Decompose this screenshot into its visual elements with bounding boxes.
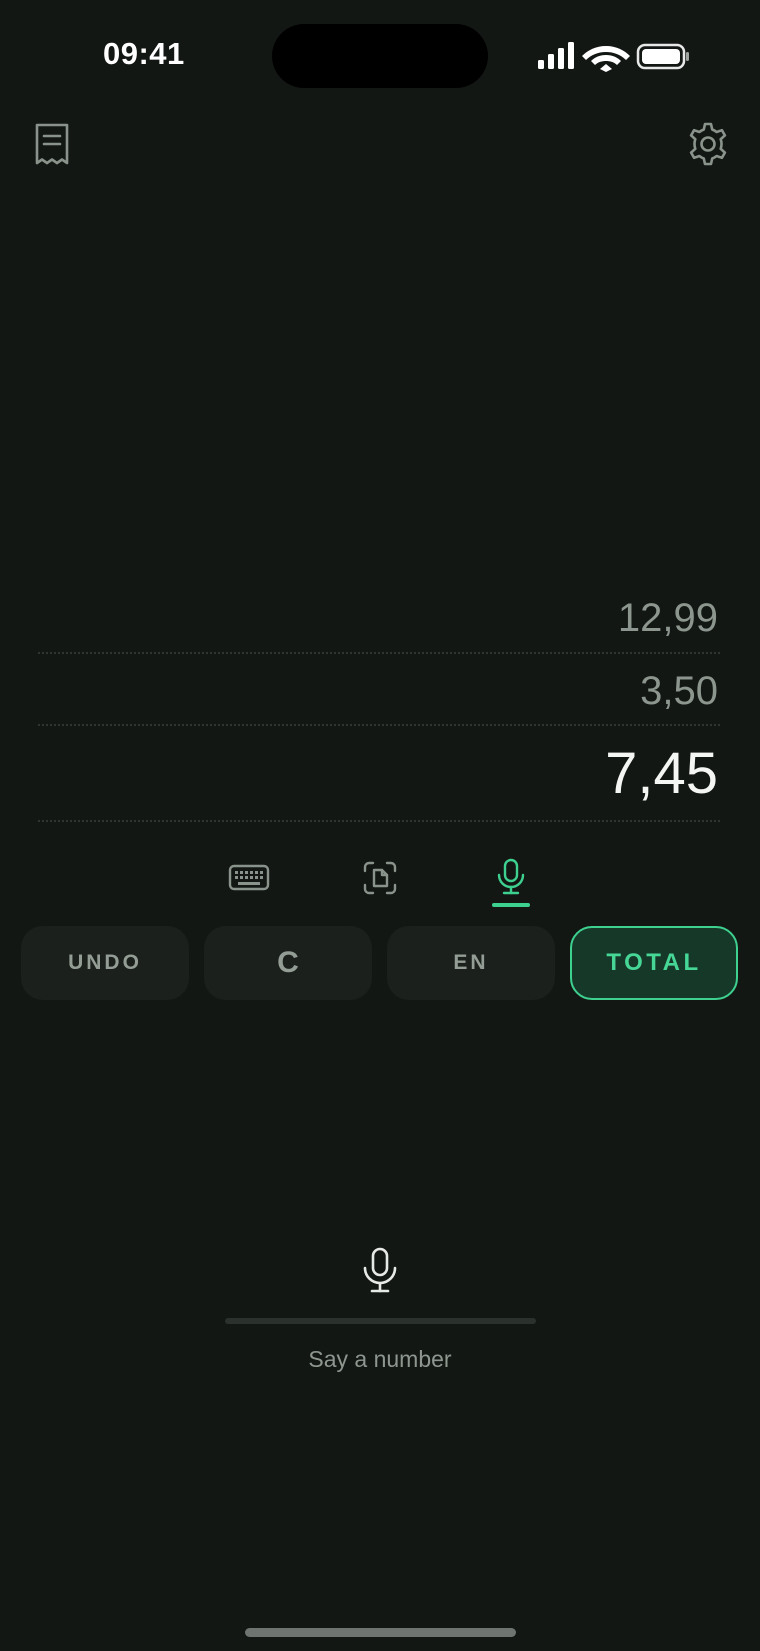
wifi-icon — [582, 46, 630, 72]
scan-document-icon[interactable] — [352, 846, 408, 910]
calculator-screen: 09:41 12,99 3,50 7,45 UNDO C EN TOTAL Sa… — [0, 0, 760, 1651]
tape-entry: 3,50 — [38, 664, 720, 726]
active-tab-indicator — [492, 903, 530, 907]
voice-level-meter — [225, 1318, 536, 1324]
keyboard-icon[interactable] — [221, 846, 277, 910]
cellular-signal-icon — [538, 42, 574, 69]
language-button[interactable]: EN — [387, 926, 555, 1000]
voice-hint: Say a number — [308, 1346, 452, 1372]
receipt-icon[interactable] — [28, 120, 76, 168]
undo-button[interactable]: UNDO — [21, 926, 189, 1000]
status-icons — [538, 42, 689, 72]
home-indicator — [245, 1628, 516, 1637]
status-time: 09:41 — [103, 36, 185, 71]
microphone-icon[interactable] — [483, 846, 539, 910]
voice-microphone-icon[interactable] — [356, 1246, 404, 1298]
dynamic-island — [272, 24, 488, 88]
total-button[interactable]: TOTAL — [570, 926, 738, 1000]
tape-entry: 12,99 — [38, 590, 720, 654]
clear-button[interactable]: C — [204, 926, 372, 1000]
gear-icon[interactable] — [684, 120, 732, 168]
battery-icon — [636, 43, 689, 70]
current-value: 7,45 — [38, 736, 720, 822]
